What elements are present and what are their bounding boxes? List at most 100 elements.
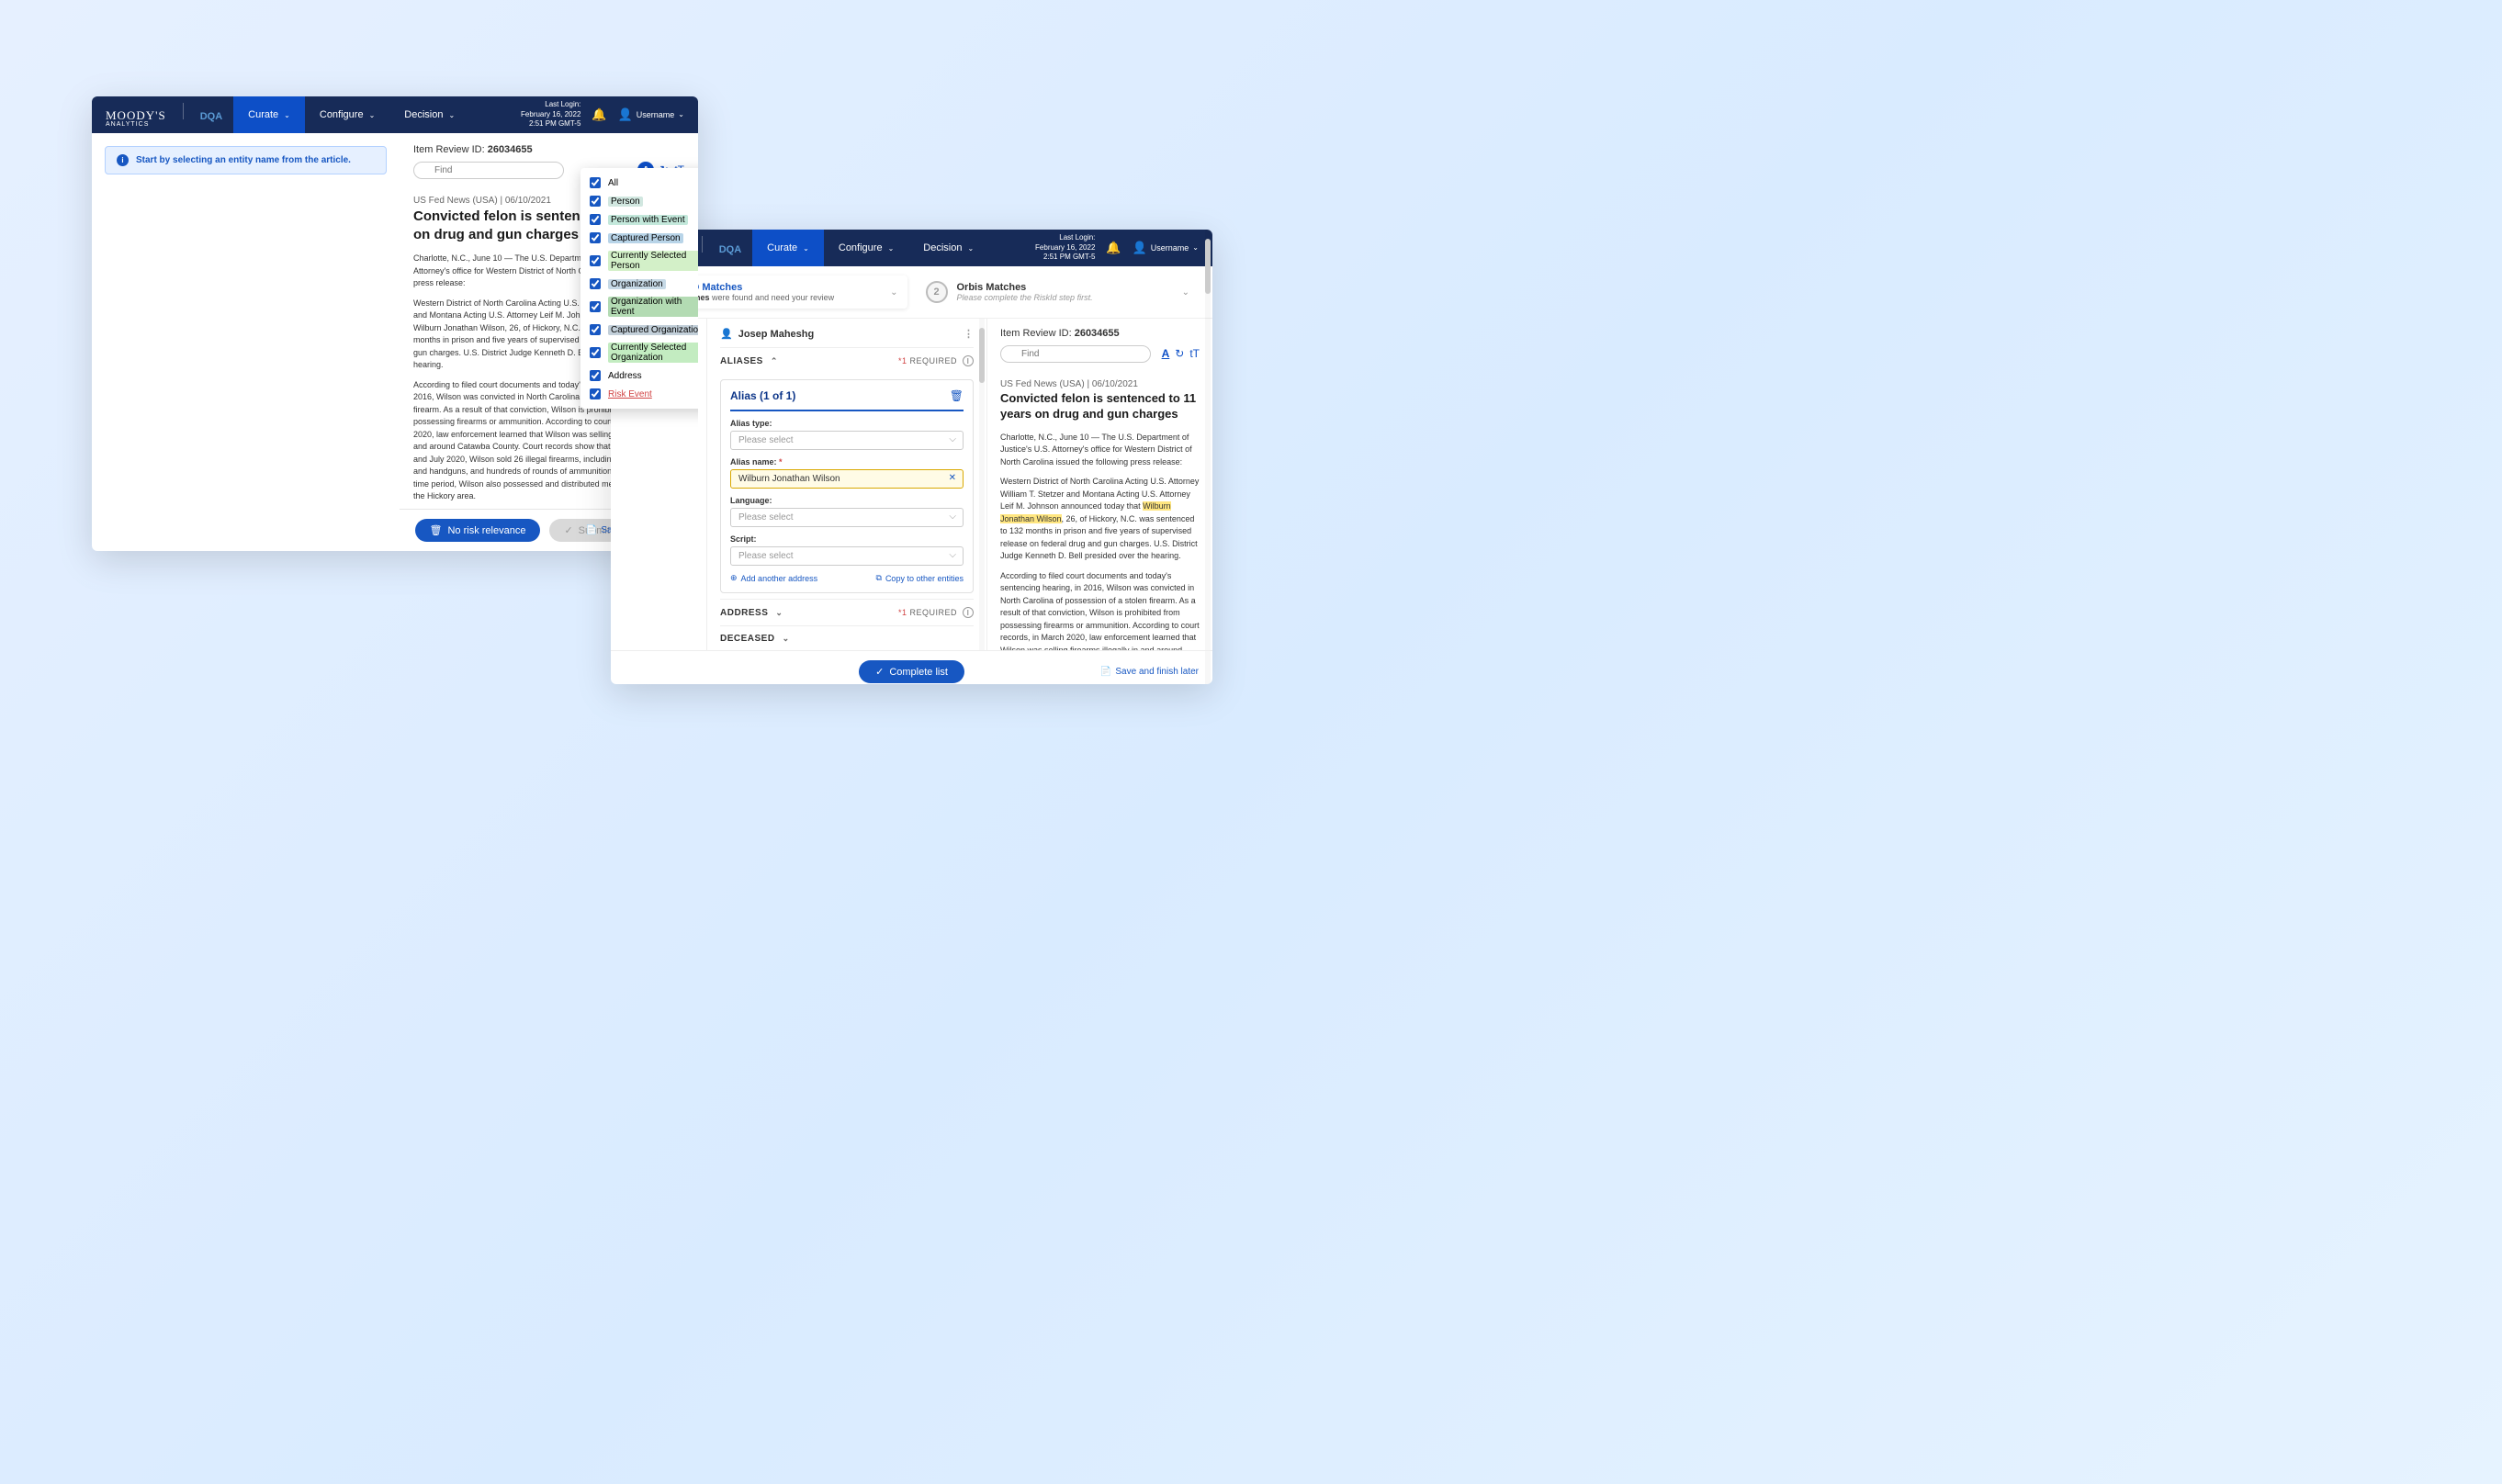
chevron-down-icon: ⌄ [1192, 243, 1199, 252]
article-headline: Convicted felon is sentenced to 11 years… [1000, 391, 1200, 422]
bottom-bar: ✓ Complete list 📄 Save and finish later [611, 650, 1212, 684]
chevron-down-icon: ⌄ [1182, 287, 1189, 298]
info-icon[interactable]: i [963, 607, 974, 618]
find-input[interactable] [413, 162, 564, 179]
top-bar: MOODY'S ANALYTICS DQA Curate ⌄ Configure… [611, 230, 1212, 266]
alias-type-label: Alias type: [730, 419, 964, 428]
user-icon: 👤 [618, 107, 633, 122]
alias-type-select[interactable]: Please select [730, 431, 964, 450]
article-source: US Fed News (USA) | 06/10/2021 [1000, 379, 1200, 389]
chevron-down-icon: ⌄ [783, 634, 790, 644]
find-input[interactable] [1000, 345, 1151, 363]
annotate-icon[interactable]: A [1162, 347, 1170, 360]
chevron-up-icon: ⌃ [771, 356, 778, 366]
top-bar: MOODY'S ANALYTICS DQA Curate ⌄ Configure… [92, 96, 698, 133]
filter-organization-with-event[interactable]: Organization with Event [580, 293, 698, 320]
user-menu[interactable]: 👤 Username ⌄ [618, 107, 684, 122]
history-icon[interactable]: ↻ [1175, 347, 1184, 360]
save-icon: 📄 [586, 525, 597, 535]
more-menu-icon[interactable]: ⋮ [964, 328, 974, 340]
step-orbis-matches[interactable]: 2 Orbis Matches Please complete the Risk… [917, 275, 1200, 309]
left-panel: i Start by selecting an entity name from… [92, 133, 400, 551]
info-banner: i Start by selecting an entity name from… [105, 146, 387, 174]
filter-dropdown[interactable]: All Person Person with Event Captured Pe… [580, 168, 698, 409]
script-select[interactable]: Please select [730, 546, 964, 566]
user-icon: 👤 [1133, 241, 1147, 255]
chevron-down-icon: ⌄ [775, 608, 783, 618]
info-icon: i [117, 154, 129, 166]
plus-icon: ⊕ [730, 573, 738, 583]
filter-currently-selected-organization[interactable]: Currently Selected Organization [580, 339, 698, 366]
chevron-down-icon: ⌄ [888, 244, 895, 253]
section-aliases[interactable]: ALIASES ⌃ *1 i [720, 347, 974, 374]
delete-alias-icon[interactable]: 🗑 [950, 389, 964, 402]
section-deceased[interactable]: DECEASED ⌄ [720, 625, 974, 650]
check-icon: ✓ [564, 524, 572, 536]
step-number: 2 [926, 281, 948, 303]
language-select[interactable]: Please select [730, 508, 964, 527]
topbar-right: Last Login: February 16, 2022 2:51 PM GM… [521, 100, 684, 129]
form-panel: 👤 Josep Maheshg ⋮ ALIASES ⌃ *1 i Alias (… [707, 319, 987, 650]
copy-entities-link[interactable]: ⧉ Copy to other entities [876, 573, 964, 583]
bell-icon[interactable]: 🔔 [592, 107, 606, 122]
chevron-down-icon: ⌄ [448, 111, 455, 119]
filter-organization[interactable]: Organization [580, 275, 698, 293]
window-entity-review: MOODY'S ANALYTICS DQA Curate ⌄ Configure… [611, 230, 1212, 684]
filter-currently-selected-person[interactable]: Currently Selected Person [580, 247, 698, 275]
copy-icon: ⧉ [876, 573, 882, 583]
filter-risk-event[interactable]: Risk Event [580, 385, 698, 403]
nav-tab-configure[interactable]: Configure ⌄ [824, 230, 908, 266]
topbar-right: Last Login: February 16, 2022 2:51 PM GM… [1035, 233, 1199, 262]
trash-icon: 🗑 [430, 524, 443, 536]
filter-captured-person[interactable]: Captured Person [580, 229, 698, 247]
filter-captured-organization[interactable]: Captured Organization [580, 320, 698, 339]
filter-person[interactable]: Person [580, 192, 698, 210]
filter-address[interactable]: Address [580, 366, 698, 385]
scrollbar[interactable] [979, 319, 985, 650]
alias-card-title: Alias (1 of 1) [730, 389, 795, 402]
logo-section: MOODY'S ANALYTICS DQA [106, 103, 222, 128]
scrollbar[interactable] [1205, 319, 1211, 650]
add-address-link[interactable]: ⊕ Add another address [730, 573, 817, 583]
save-finish-link[interactable]: 📄 Save and finish later [1100, 667, 1199, 677]
item-review-id: Item Review ID: 26034655 [1000, 328, 1200, 339]
nav-tab-configure[interactable]: Configure ⌄ [305, 96, 389, 133]
nav-tab-curate[interactable]: Curate ⌄ [233, 96, 305, 133]
divider [183, 103, 184, 119]
nav-tab-decision[interactable]: Decision ⌄ [389, 96, 469, 133]
article-pane: Item Review ID: 26034655 A ↻ tT US Fed N… [987, 319, 1212, 650]
chevron-down-icon: ⌄ [967, 244, 974, 253]
match-steps: 1 Risk ID Matches 10 Matches were found … [611, 266, 1212, 319]
brand-name: MOODY'S [106, 108, 166, 122]
chevron-down-icon: ⌄ [678, 110, 684, 118]
nav-tab-curate[interactable]: Curate ⌄ [752, 230, 824, 266]
section-address[interactable]: ADDRESS ⌄ *1 i [720, 599, 974, 625]
alias-name-input[interactable] [730, 469, 964, 489]
nav-tabs: Curate ⌄ Configure ⌄ Decision ⌄ [752, 230, 988, 266]
login-info: Last Login: February 16, 2022 2:51 PM GM… [1035, 233, 1095, 262]
nav-tab-decision[interactable]: Decision ⌄ [908, 230, 988, 266]
clear-input-icon[interactable]: ✕ [949, 473, 956, 483]
login-info: Last Login: February 16, 2022 2:51 PM GM… [521, 100, 580, 129]
divider [702, 236, 703, 253]
user-menu[interactable]: 👤 Username ⌄ [1133, 241, 1199, 255]
chevron-down-icon: ⌄ [890, 287, 897, 298]
info-icon[interactable]: i [963, 355, 974, 366]
bell-icon[interactable]: 🔔 [1106, 241, 1121, 255]
text-format-icon[interactable]: tT [1189, 347, 1200, 360]
check-icon: ✓ [875, 666, 884, 678]
chevron-down-icon: ⌄ [803, 244, 809, 253]
product-label: DQA [719, 244, 741, 255]
chevron-down-icon: ⌄ [284, 111, 290, 119]
alias-name-label: Alias name: * [730, 457, 964, 467]
complete-list-button[interactable]: ✓ Complete list [859, 660, 964, 683]
nav-tabs: Curate ⌄ Configure ⌄ Decision ⌄ [233, 96, 469, 133]
filter-person-with-event[interactable]: Person with Event [580, 210, 698, 229]
person-icon: 👤 [720, 328, 733, 340]
product-label: DQA [200, 111, 222, 122]
no-risk-button[interactable]: 🗑 No risk relevance [415, 519, 541, 542]
script-label: Script: [730, 534, 964, 544]
form-panel-header: 👤 Josep Maheshg ⋮ [720, 328, 974, 347]
filter-all[interactable]: All [580, 174, 698, 192]
window-curate-article: MOODY'S ANALYTICS DQA Curate ⌄ Configure… [92, 96, 698, 551]
